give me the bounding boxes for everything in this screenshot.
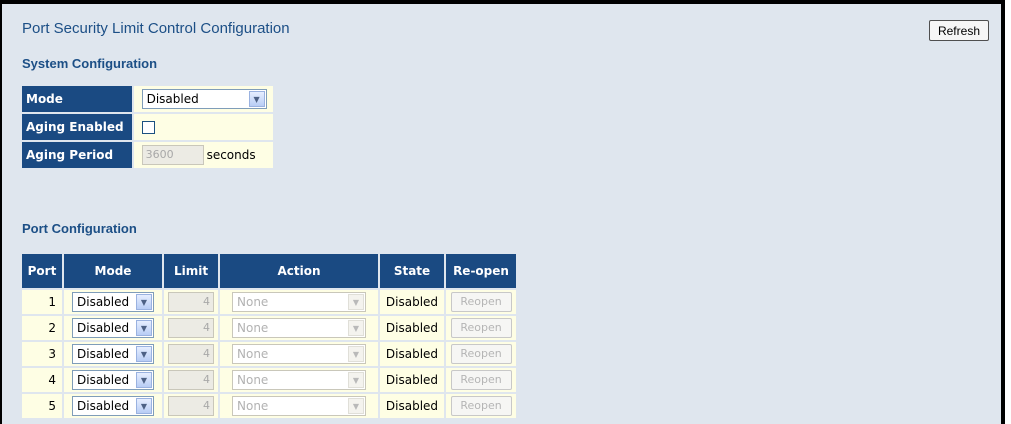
aging-period-unit: seconds (206, 148, 256, 162)
port-action-value: None (237, 399, 269, 413)
page-content: Port Security Limit Control Configuratio… (22, 20, 989, 418)
port-config-heading: Port Configuration (22, 221, 137, 236)
aging-enabled-label: Aging Enabled (22, 114, 132, 140)
chevron-down-icon[interactable]: ▼ (136, 346, 152, 362)
port-mode-select[interactable]: Disabled ▼ (72, 344, 154, 364)
chevron-down-icon: ▼ (348, 398, 364, 414)
chevron-down-icon: ▼ (348, 372, 364, 388)
reopen-button[interactable]: Reopen (450, 396, 512, 416)
port-action-value: None (237, 347, 269, 361)
port-mode-value: Disabled (77, 347, 130, 361)
table-row: 1 Disabled ▼ 4 None ▼ Disabled Reopen (22, 290, 516, 314)
mode-label: Mode (22, 86, 132, 112)
port-state: Disabled (380, 394, 444, 418)
col-port: Port (22, 254, 62, 288)
aging-enabled-checkbox[interactable] (141, 121, 155, 134)
port-mode-value: Disabled (77, 295, 130, 309)
chevron-down-icon: ▼ (348, 320, 364, 336)
port-mode-select[interactable]: Disabled ▼ (72, 292, 154, 312)
port-mode-value: Disabled (77, 321, 130, 335)
port-action-select[interactable]: None ▼ (232, 318, 366, 338)
chevron-down-icon[interactable]: ▼ (136, 398, 152, 414)
port-table-header: Port Mode Limit Action State Re-open (22, 254, 516, 288)
chevron-down-icon[interactable]: ▼ (136, 372, 152, 388)
chevron-down-icon[interactable]: ▼ (248, 91, 265, 107)
chevron-down-icon: ▼ (348, 294, 364, 310)
port-state: Disabled (380, 368, 444, 392)
reopen-button[interactable]: Reopen (450, 292, 512, 312)
col-state: State (380, 254, 444, 288)
port-action-value: None (237, 295, 269, 309)
port-table-body: 1 Disabled ▼ 4 None ▼ Disabled Reopen 2 Di… (22, 290, 516, 418)
port-number: 1 (22, 290, 62, 314)
page-title: Port Security Limit Control Configuratio… (22, 20, 290, 37)
port-mode-value: Disabled (77, 373, 130, 387)
port-action-select[interactable]: None ▼ (232, 396, 366, 416)
port-state: Disabled (380, 290, 444, 314)
port-action-select[interactable]: None ▼ (232, 344, 366, 364)
col-action: Action (220, 254, 378, 288)
port-action-select[interactable]: None ▼ (232, 292, 366, 312)
reopen-button[interactable]: Reopen (450, 370, 512, 390)
port-limit-input[interactable]: 4 (168, 396, 214, 416)
port-limit-input[interactable]: 4 (168, 292, 214, 312)
table-row: 5 Disabled ▼ 4 None ▼ Disabled Reopen (22, 394, 516, 418)
aging-period-row: Aging Period 3600 seconds (22, 142, 273, 168)
port-action-value: None (237, 373, 269, 387)
mode-select-value: Disabled (146, 92, 199, 106)
col-reopen: Re-open (446, 254, 516, 288)
port-number: 5 (22, 394, 62, 418)
table-row: 3 Disabled ▼ 4 None ▼ Disabled Reopen (22, 342, 516, 366)
port-action-select[interactable]: None ▼ (232, 370, 366, 390)
mode-select[interactable]: Disabled ▼ (141, 89, 267, 109)
system-config-heading: System Configuration (22, 56, 158, 71)
port-limit-input[interactable]: 4 (168, 370, 214, 390)
port-action-value: None (237, 321, 269, 335)
aging-period-input[interactable]: 3600 (141, 145, 204, 165)
refresh-button[interactable]: Refresh (928, 20, 989, 41)
chevron-down-icon: ▼ (348, 346, 364, 362)
aging-enabled-row: Aging Enabled (22, 114, 273, 140)
col-limit: Limit (164, 254, 218, 288)
table-row: 2 Disabled ▼ 4 None ▼ Disabled Reopen (22, 316, 516, 340)
reopen-button[interactable]: Reopen (450, 318, 512, 338)
port-config-table: Port Mode Limit Action State Re-open 1 D… (20, 252, 518, 420)
chevron-down-icon[interactable]: ▼ (136, 294, 152, 310)
port-mode-select[interactable]: Disabled ▼ (72, 370, 154, 390)
port-mode-select[interactable]: Disabled ▼ (72, 318, 154, 338)
aging-period-label: Aging Period (22, 142, 132, 168)
port-number: 3 (22, 342, 62, 366)
port-state: Disabled (380, 342, 444, 366)
port-state: Disabled (380, 316, 444, 340)
chevron-down-icon[interactable]: ▼ (136, 320, 152, 336)
mode-row: Mode Disabled ▼ (22, 86, 273, 112)
port-mode-value: Disabled (77, 399, 130, 413)
port-limit-input[interactable]: 4 (168, 344, 214, 364)
system-config-table: Mode Disabled ▼ Aging Enabled Aging Peri… (20, 84, 275, 170)
col-mode: Mode (64, 254, 162, 288)
port-mode-select[interactable]: Disabled ▼ (72, 396, 154, 416)
port-number: 2 (22, 316, 62, 340)
table-row: 4 Disabled ▼ 4 None ▼ Disabled Reopen (22, 368, 516, 392)
main-frame: Port Security Limit Control Configuratio… (0, 0, 1005, 424)
reopen-button[interactable]: Reopen (450, 344, 512, 364)
port-number: 4 (22, 368, 62, 392)
port-limit-input[interactable]: 4 (168, 318, 214, 338)
